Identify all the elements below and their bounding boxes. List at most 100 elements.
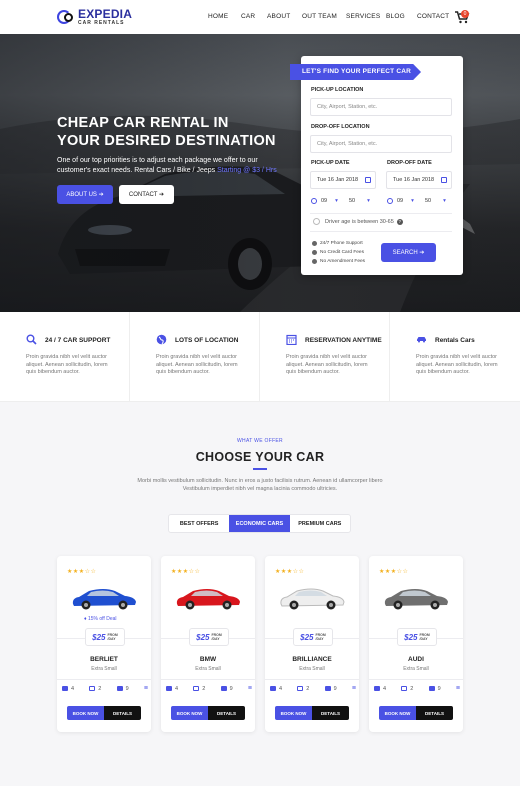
tab-premium-cars[interactable]: PREMIUM CARS xyxy=(290,515,350,532)
nav-about[interactable]: ABOUT xyxy=(267,13,290,20)
dropoff-location-input[interactable]: City, Airport, Station, etc. xyxy=(310,135,452,153)
brand-logo[interactable]: EXPEDIA CAR RENTALS xyxy=(57,8,132,26)
car-search-form: LET'S FIND YOUR PERFECT CAR PICK-UP LOCA… xyxy=(290,56,463,275)
car-type: Extra Small xyxy=(403,666,429,672)
users-icon xyxy=(166,686,172,691)
car-image xyxy=(280,588,345,610)
hero-price-accent: Starting @ $3 / Hrs xyxy=(217,167,277,174)
nav-services[interactable]: SERVICES xyxy=(346,13,380,20)
car-card: ★★★☆☆ $25 FROM/DAY AUDI Extra Small 4 2 … xyxy=(369,556,463,732)
book-now-button[interactable]: BOOK NOW xyxy=(171,706,208,720)
section-description: Morbi mollis vestibulum sollicitudin. Nu… xyxy=(137,478,383,492)
details-button[interactable]: DETAILS xyxy=(312,706,349,720)
feature-title: 24 / 7 CAR SUPPORT xyxy=(45,337,111,344)
dropoff-location-label: DROP-OFF LOCATION xyxy=(311,124,370,130)
rating-stars: ★★★☆☆ xyxy=(67,569,97,575)
rating-stars: ★★★☆☆ xyxy=(171,569,201,575)
driver-age-checkbox[interactable]: Driver age is between 30-65 ? xyxy=(313,218,403,225)
tab-best-offers[interactable]: BEST OFFERS xyxy=(169,515,229,532)
car-image xyxy=(176,589,240,610)
help-icon: ? xyxy=(396,218,403,225)
car-type: Extra Small xyxy=(299,666,325,672)
nav-blog[interactable]: BLOG xyxy=(386,13,405,20)
feature-title: LOTS OF LOCATION xyxy=(175,337,239,344)
price-badge: $25 FROM/DAY xyxy=(293,628,333,646)
about-us-button[interactable]: ABOUT US ➔ xyxy=(57,185,113,204)
book-now-button[interactable]: BOOK NOW xyxy=(379,706,416,720)
contact-button[interactable]: CONTACT ➔ xyxy=(119,185,174,204)
chevron-down-icon: ▾ xyxy=(411,198,414,204)
pickup-location-input[interactable]: City, Airport, Station, etc. xyxy=(310,98,452,116)
calendar-icon xyxy=(286,334,297,345)
feature-title: Rentals Cars xyxy=(435,337,475,344)
spec-doors: 2 xyxy=(89,685,101,692)
hero-section: CHEAP CAR RENTAL IN YOUR DESIRED DESTINA… xyxy=(0,34,520,312)
nav-car[interactable]: CAR xyxy=(241,13,255,20)
luggage-icon xyxy=(116,686,123,691)
feature-item: No Amendment Fees xyxy=(312,259,365,264)
check-icon xyxy=(312,241,317,246)
brand-tagline: CAR RENTALS xyxy=(78,20,125,26)
rating-stars: ★★★☆☆ xyxy=(379,569,409,575)
car-specs: 4 2 9 ≡ xyxy=(374,685,460,692)
users-icon xyxy=(270,686,276,691)
car-icon xyxy=(417,337,426,343)
feature-item: No Credit Card Fees xyxy=(312,250,364,255)
rating-stars: ★★★☆☆ xyxy=(275,569,305,575)
spec-doors: 2 xyxy=(193,685,205,692)
dropoff-minute-select[interactable]: 50 ▾ xyxy=(425,194,446,208)
details-button[interactable]: DETAILS xyxy=(208,706,245,720)
hero-description: One of our top priorities is to adjust e… xyxy=(57,157,277,174)
details-button[interactable]: DETAILS xyxy=(104,706,141,720)
nav-home[interactable]: HOME xyxy=(208,13,228,20)
nav-contact[interactable]: CONTACT xyxy=(417,13,449,20)
car-name: BERLIET xyxy=(90,656,118,663)
section-title: CHOOSE YOUR CAR xyxy=(195,450,325,464)
spec-seats: 4 xyxy=(374,685,386,692)
deal-tag: ♦ 15% off Deal xyxy=(84,616,117,622)
book-now-button[interactable]: BOOK NOW xyxy=(275,706,312,720)
globe-icon xyxy=(156,334,167,345)
pickup-minute-select[interactable]: 50 ▾ xyxy=(349,194,370,208)
spec-seats: 4 xyxy=(270,685,282,692)
feature-title: RESERVATION ANYTIME xyxy=(305,337,382,344)
dropoff-date-input[interactable]: Tue 16 Jan 2018 xyxy=(386,171,452,189)
door-icon xyxy=(401,686,408,691)
car-type: Extra Small xyxy=(195,666,221,672)
features-strip: 24 / 7 CAR SUPPORT Proin gravida nibh ve… xyxy=(0,312,520,402)
car-specs: 4 2 9 ≡ xyxy=(62,685,148,692)
calendar-icon xyxy=(365,177,371,183)
dropoff-hour-select[interactable]: 09 ▾ xyxy=(387,194,414,208)
price-badge: $25 FROM/DAY xyxy=(189,628,229,646)
luggage-icon xyxy=(428,686,435,691)
spec-bags: 9 xyxy=(324,685,337,692)
pickup-date-label: PICK-UP DATE xyxy=(311,160,350,166)
feature-card: RESERVATION ANYTIME Proin gravida nibh v… xyxy=(260,312,390,402)
offers-section: WHAT WE OFFER CHOOSE YOUR CAR Morbi moll… xyxy=(0,402,520,786)
menu-icon[interactable]: ≡ xyxy=(456,685,460,692)
book-now-button[interactable]: BOOK NOW xyxy=(67,706,104,720)
car-name: AUDI xyxy=(408,656,424,663)
search-button[interactable]: SEARCH ➔ xyxy=(381,243,436,262)
chevron-down-icon: ▾ xyxy=(443,198,446,204)
menu-icon[interactable]: ≡ xyxy=(144,685,148,692)
brand-name: EXPEDIA xyxy=(78,7,133,21)
feature-desc: Proin gravida nibh vel velit auctor aliq… xyxy=(416,354,498,375)
tab-economic-cars[interactable]: ECONOMIC CARS xyxy=(229,515,290,532)
door-icon xyxy=(297,686,304,691)
pickup-date-input[interactable]: Tue 16 Jan 2018 xyxy=(310,171,376,189)
feature-card: 24 / 7 CAR SUPPORT Proin gravida nibh ve… xyxy=(0,312,130,402)
car-card: ★★★☆☆ $25 FROM/DAY BMW Extra Small 4 2 9… xyxy=(161,556,255,732)
menu-icon[interactable]: ≡ xyxy=(248,685,252,692)
details-button[interactable]: DETAILS xyxy=(416,706,453,720)
price-badge: $25 FROM/DAY xyxy=(397,628,437,646)
car-name: BMW xyxy=(199,656,217,663)
price-badge: $25 FROM/DAY xyxy=(85,628,125,646)
door-icon xyxy=(89,686,96,691)
pickup-hour-select[interactable]: 09 ▾ xyxy=(311,194,338,208)
luggage-icon xyxy=(220,686,227,691)
nav-our-team[interactable]: OUT TEAM xyxy=(302,13,337,20)
car-card: ★★★☆☆ ♦ 15% off Deal $25 FROM/DAY BERLIE… xyxy=(57,556,151,732)
form-title: LET'S FIND YOUR PERFECT CAR xyxy=(290,64,422,80)
menu-icon[interactable]: ≡ xyxy=(352,685,356,692)
